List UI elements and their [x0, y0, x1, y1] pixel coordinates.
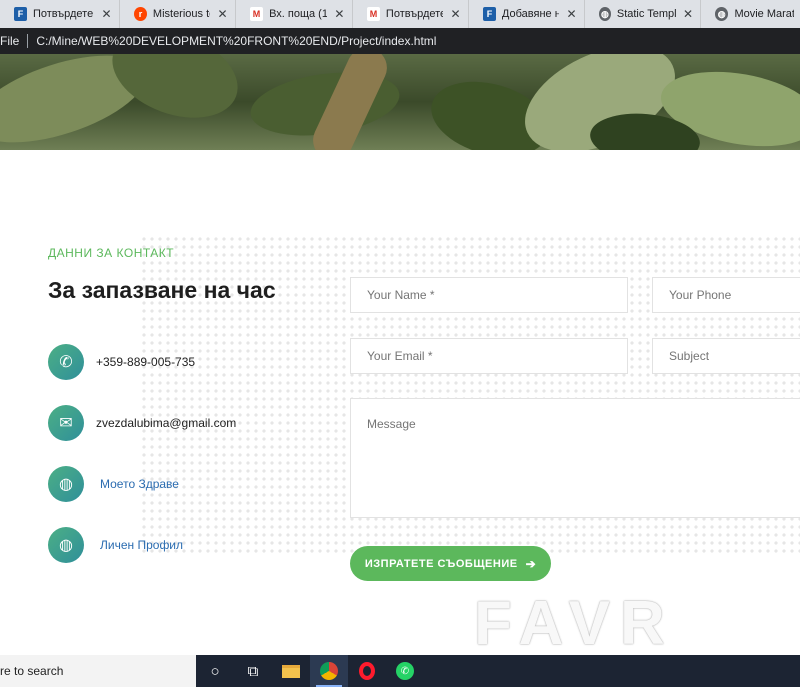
phone-info: ✆ +359-889-005-735: [48, 344, 195, 380]
browser-tab[interactable]: F Добавяне на н ✕: [469, 0, 585, 28]
envelope-icon: ✉: [48, 405, 84, 441]
chrome-icon[interactable]: [310, 655, 348, 687]
taskbar-search[interactable]: re to search: [0, 655, 196, 687]
tab-title: Static Template: [616, 8, 677, 20]
opera-icon[interactable]: [348, 655, 386, 687]
tab-title: Добавяне на н: [501, 8, 560, 20]
send-message-button[interactable]: ИЗПРАТЕТЕ СЪОБЩЕНИЕ ➔: [350, 546, 551, 581]
email-address: zvezdalubima@gmail.com: [96, 416, 237, 430]
section-heading: За запазване на час: [48, 277, 276, 303]
tab-title: Movie Maratho: [734, 8, 794, 20]
tab-title: Вх. поща (11 4: [269, 8, 327, 20]
contact-section: ДАННИ ЗА КОНТАКТ За запазване на час ✆ +…: [0, 150, 800, 655]
close-icon[interactable]: ✕: [333, 7, 346, 21]
phone-number: +359-889-005-735: [96, 355, 196, 369]
cortana-icon[interactable]: ○: [196, 655, 234, 687]
subject-input[interactable]: [652, 338, 800, 374]
profile-link-row[interactable]: ◍ Личен Профил: [48, 527, 183, 563]
browser-tab[interactable]: M Потвърдете ре ✕: [353, 0, 469, 28]
name-input[interactable]: [350, 277, 628, 313]
section-eyebrow: ДАННИ ЗА КОНТАКТ: [48, 246, 175, 260]
phone-input[interactable]: [652, 277, 800, 313]
health-link[interactable]: Моето Здраве: [100, 477, 179, 491]
whatsapp-icon[interactable]: ✆: [386, 655, 424, 687]
close-icon[interactable]: ✕: [216, 7, 229, 21]
browser-tab[interactable]: ◍ Static Template ✕: [585, 0, 701, 28]
tab-title: Потвърдете ре: [385, 8, 444, 20]
browser-tab-strip: F Потвърдете ре ✕ r Misterious toy ✕ M В…: [0, 0, 800, 28]
globe-icon: ◍: [599, 7, 611, 21]
hero-image: [0, 54, 800, 150]
url-text[interactable]: C:/Mine/WEB%20DEVELOPMENT%20FRONT%20END/…: [36, 34, 436, 48]
profile-link[interactable]: Личен Профил: [100, 538, 183, 552]
taskbar: re to search ○ ⧉ ✆: [0, 655, 800, 687]
phone-icon: ✆: [48, 344, 84, 380]
arrow-right-icon: ➔: [525, 556, 537, 571]
browser-tab[interactable]: M Вх. поща (11 4 ✕: [236, 0, 353, 28]
email-info: ✉ zvezdalubima@gmail.com: [48, 405, 236, 441]
address-bar[interactable]: File C:/Mine/WEB%20DEVELOPMENT%20FRONT%2…: [0, 28, 800, 54]
email-input[interactable]: [350, 338, 628, 374]
gmail-icon: M: [250, 7, 264, 21]
close-icon[interactable]: ✕: [565, 7, 578, 21]
send-message-label: ИЗПРАТЕТЕ СЪОБЩЕНИЕ: [364, 557, 518, 570]
close-icon[interactable]: ✕: [682, 7, 694, 21]
reddit-icon: r: [134, 7, 147, 21]
file-explorer-icon[interactable]: [272, 655, 310, 687]
globe-icon: ◍: [48, 466, 84, 502]
close-icon[interactable]: ✕: [100, 7, 113, 21]
tab-title: Misterious toy: [152, 8, 210, 20]
globe-icon: ◍: [715, 7, 729, 21]
browser-tab[interactable]: r Misterious toy ✕: [120, 0, 236, 28]
taskbar-search-text: re to search: [0, 664, 64, 678]
browser-tab[interactable]: F Потвърдете ре ✕: [0, 0, 120, 28]
health-link-row[interactable]: ◍ Моето Здраве: [48, 466, 179, 502]
gmail-icon: M: [367, 7, 380, 21]
close-icon[interactable]: ✕: [449, 7, 462, 21]
watermark-logo: FAVR: [474, 589, 675, 655]
url-scheme: File: [0, 34, 20, 48]
favicon-icon: F: [14, 7, 27, 21]
task-view-icon[interactable]: ⧉: [234, 655, 272, 687]
browser-tab[interactable]: ◍ Movie Maratho: [701, 0, 800, 28]
tab-title: Потвърдете ре: [32, 8, 94, 20]
globe-icon: ◍: [48, 527, 84, 563]
divider: [27, 34, 29, 48]
favicon-icon: F: [483, 7, 496, 21]
message-textarea[interactable]: [350, 398, 800, 518]
